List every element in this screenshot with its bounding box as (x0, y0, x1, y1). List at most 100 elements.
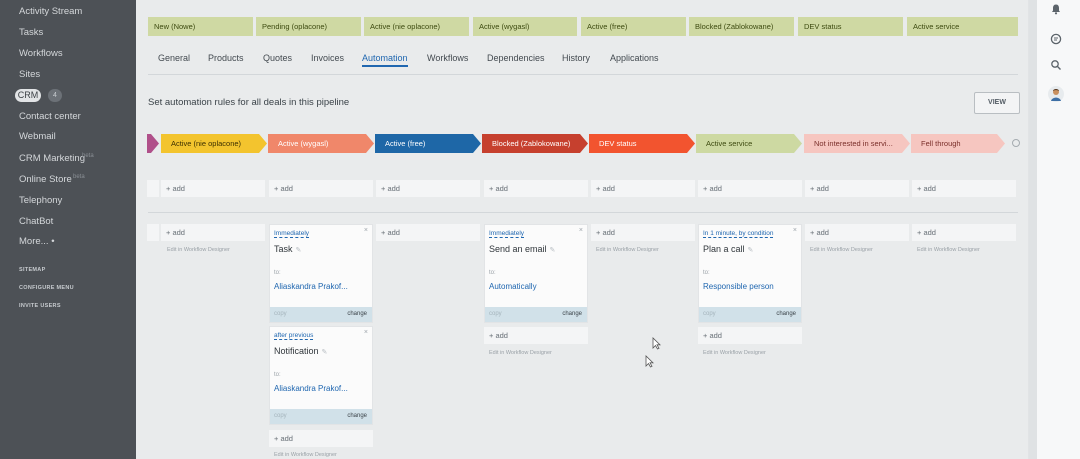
tab-automation[interactable]: Automation (362, 53, 408, 67)
pencil-icon[interactable]: ✎ (550, 247, 556, 254)
view-button[interactable]: VIEW (974, 92, 1020, 114)
trigger-add-button[interactable]: + add (269, 180, 373, 197)
stage-chevron-active-nie-oplacone[interactable]: Active (nie oplacone) (161, 134, 267, 153)
sidebar-item-contact-center[interactable]: Contact center (19, 111, 81, 122)
top-stage-active-service[interactable]: Active service (907, 17, 1018, 36)
close-icon[interactable]: × (793, 227, 797, 234)
avatar[interactable] (1048, 86, 1064, 102)
top-stage-dev-status[interactable]: DEV status (798, 17, 903, 36)
trigger-add-button[interactable]: + add (484, 180, 588, 197)
sidebar-item-more[interactable]: More... • (19, 236, 55, 247)
search-icon[interactable] (1050, 59, 1062, 71)
tab-products[interactable]: Products (208, 53, 244, 63)
robot-card-email[interactable]: Immediately × Send an email ✎ to: Automat… (484, 224, 588, 323)
copy-button[interactable]: copy (703, 311, 716, 317)
edit-in-designer-link[interactable]: Edit in Workflow Designer (167, 247, 230, 253)
bell-icon[interactable] (1050, 3, 1062, 15)
trigger-add-button[interactable]: + add (805, 180, 909, 197)
trigger-add-cell[interactable] (147, 180, 159, 197)
robot-add-button[interactable]: + add (269, 430, 373, 447)
sidebar-item-workflows[interactable]: Workflows (19, 48, 63, 59)
sidebar-item-webmail[interactable]: Webmail (19, 131, 56, 142)
tab-quotes[interactable]: Quotes (263, 53, 292, 63)
pencil-icon[interactable]: ✎ (748, 247, 754, 254)
top-stage-blocked[interactable]: Blocked (Zablokowane) (689, 17, 794, 36)
change-button[interactable]: change (776, 311, 796, 317)
robot-card-task[interactable]: Immediately × Task ✎ to: Aliaskandra Prak… (269, 224, 373, 323)
tab-dependencies[interactable]: Dependencies (487, 53, 545, 63)
edit-in-designer-link[interactable]: Edit in Workflow Designer (489, 350, 552, 356)
change-button[interactable]: change (347, 413, 367, 419)
trigger-add-button[interactable]: + add (912, 180, 1016, 197)
top-stage-pending[interactable]: Pending (oplacone) (256, 17, 361, 36)
stage-chevron-fell-through[interactable]: Fell through (911, 134, 1005, 153)
robot-trigger-condition[interactable]: after previous (274, 332, 314, 340)
top-stage-active-wygasl[interactable]: Active (wygasl) (473, 17, 577, 36)
top-stage-new[interactable]: New (Nowe) (148, 17, 253, 36)
robot-card-call[interactable]: In 1 minute, by condition × Plan a call ✎… (698, 224, 802, 323)
robot-trigger-condition[interactable]: In 1 minute, by condition (703, 230, 774, 238)
stage-chevron-dev-status[interactable]: DEV status (589, 134, 695, 153)
sidebar-item-telephony[interactable]: Telephony (19, 195, 62, 206)
trigger-add-button[interactable]: + add (161, 180, 265, 197)
copy-button[interactable]: copy (274, 311, 287, 317)
sidebar-item-crm[interactable]: CRM (15, 89, 41, 102)
sidebar-item-tasks[interactable]: Tasks (19, 27, 43, 38)
robot-add-cell[interactable] (147, 224, 159, 241)
change-button[interactable]: change (347, 311, 367, 317)
recipient-link[interactable]: Automatically (489, 282, 537, 291)
sidebar-item-activity-stream[interactable]: Activity Stream (19, 6, 82, 17)
robot-add-button[interactable]: + add (912, 224, 1016, 241)
chat-icon[interactable] (1050, 33, 1062, 45)
recipient-link[interactable]: Aliaskandra Prakof... (274, 384, 348, 393)
stage-chevron-active-service[interactable]: Active service (696, 134, 802, 153)
recipient-link[interactable]: Aliaskandra Prakof... (274, 282, 348, 291)
copy-button[interactable]: copy (489, 311, 502, 317)
close-icon[interactable]: × (364, 329, 368, 336)
robot-add-button[interactable]: + add (805, 224, 909, 241)
copy-button[interactable]: copy (274, 413, 287, 419)
robot-add-button[interactable]: + add (161, 224, 265, 241)
recipient-link[interactable]: Responsible person (703, 282, 774, 291)
close-icon[interactable]: × (364, 227, 368, 234)
edit-in-designer-link[interactable]: Edit in Workflow Designer (274, 452, 337, 458)
trigger-add-button[interactable]: + add (698, 180, 802, 197)
robot-add-button[interactable]: + add (376, 224, 480, 241)
stage-chevron-blocked[interactable]: Blocked (Zablokowane) (482, 134, 588, 153)
change-button[interactable]: change (562, 311, 582, 317)
top-stage-active-nie-oplacone[interactable]: Active (nie oplacone) (364, 17, 469, 36)
tab-invoices[interactable]: Invoices (311, 53, 344, 63)
top-stage-active-free[interactable]: Active (free) (581, 17, 686, 36)
edit-in-designer-link[interactable]: Edit in Workflow Designer (810, 247, 873, 253)
tab-history[interactable]: History (562, 53, 590, 63)
sidebar-item-chatbot[interactable]: ChatBot (19, 216, 53, 227)
robot-trigger-condition[interactable]: Immediately (489, 230, 525, 238)
sitemap-link[interactable]: SITEMAP (19, 267, 46, 273)
close-icon[interactable]: × (579, 227, 583, 234)
tab-general[interactable]: General (158, 53, 190, 63)
configure-menu-link[interactable]: CONFIGURE MENU (19, 285, 74, 291)
stage-chevron-previous[interactable] (147, 134, 159, 153)
stage-chevron-not-interested[interactable]: Not interested in servi... (804, 134, 910, 153)
sidebar-item-sites[interactable]: Sites (19, 69, 40, 80)
stage-chevron-active-wygasl[interactable]: Active (wygasl) (268, 134, 374, 153)
edit-in-designer-link[interactable]: Edit in Workflow Designer (703, 350, 766, 356)
edit-in-designer-link[interactable]: Edit in Workflow Designer (917, 247, 980, 253)
tab-workflows[interactable]: Workflows (427, 53, 468, 63)
invite-users-link[interactable]: INVITE USERS (19, 303, 61, 309)
trigger-add-button[interactable]: + add (376, 180, 480, 197)
gear-icon[interactable] (1012, 139, 1020, 147)
pencil-icon[interactable]: ✎ (296, 247, 302, 254)
robot-add-button[interactable]: + add (484, 327, 588, 344)
stage-chevron-active-free[interactable]: Active (free) (375, 134, 481, 153)
sidebar-item-crm-marketing[interactable]: CRM Marketing (19, 153, 85, 164)
robot-card-notification[interactable]: after previous × Notification ✎ to: Alias… (269, 326, 373, 425)
edit-in-designer-link[interactable]: Edit in Workflow Designer (596, 247, 659, 253)
robot-add-button[interactable]: + add (698, 327, 802, 344)
sidebar-item-online-store[interactable]: Online Store (19, 174, 72, 185)
tab-applications[interactable]: Applications (610, 53, 659, 63)
robot-add-button[interactable]: + add (591, 224, 695, 241)
trigger-add-button[interactable]: + add (591, 180, 695, 197)
robot-trigger-condition[interactable]: Immediately (274, 230, 310, 238)
pencil-icon[interactable]: ✎ (322, 349, 328, 356)
